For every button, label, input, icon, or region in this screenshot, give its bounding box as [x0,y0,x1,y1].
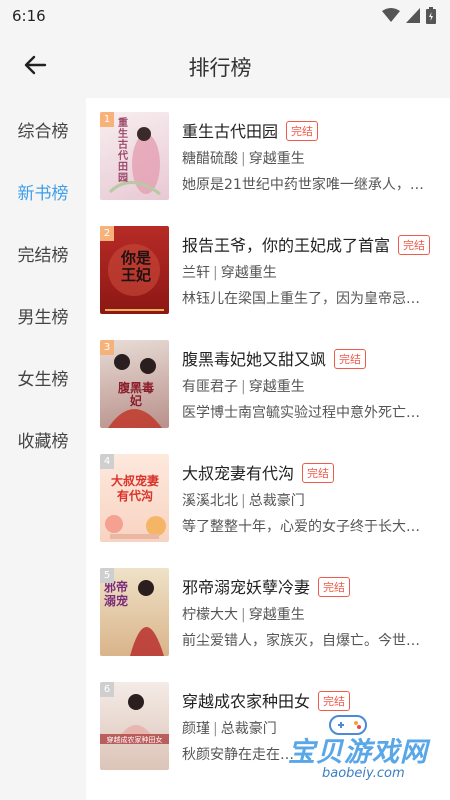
battery-icon [426,7,436,24]
status-bar: 6:16 [0,0,450,32]
rank-badge: 5 [100,568,114,583]
status-badge: 完结 [318,691,351,711]
book-title-text: 重生古代田园 [182,122,279,141]
sidebar-item-favorites[interactable]: 收藏榜 [0,408,86,470]
sidebar-item-male[interactable]: 男生榜 [0,284,86,346]
book-title[interactable]: 穿越成农家种田女 完结 [182,688,351,712]
sidebar: 综合榜 新书榜 完结榜 男生榜 女生榜 收藏榜 [0,98,86,800]
book-item[interactable]: 你是王妃 2 报告王爷，你的王妃成了首富 完结 兰轩 | 穿越重生 林钰儿在梁国上重生… [86,212,450,326]
book-cover[interactable]: 腹黑毒妃 3 [100,340,169,428]
watermark-text: 宝贝游戏网 [288,737,428,768]
book-author: 溪溪北北 [182,493,238,509]
book-cover[interactable]: 重生古代田园 1 [100,112,169,200]
book-description: 等了整整十年，心爱的女子终于长大… [182,519,420,535]
status-icons [382,7,436,24]
book-item[interactable]: 大叔宠妻有代沟 4 大叔宠妻有代沟 完结 溪溪北北 | 总裁豪门 等了整整十年，心爱的… [86,440,450,554]
book-description: 医学博士南宫毓实验过程中意外死亡… [182,405,420,421]
book-title[interactable]: 大叔宠妻有代沟 完结 [182,460,335,484]
book-category: 穿越重生 [220,265,277,281]
rank-badge: 6 [100,682,114,697]
rank-badge: 2 [100,226,114,241]
book-item[interactable]: 腹黑毒妃 3 腹黑毒妃她又甜又飒 完结 有匪君子 | 穿越重生 医学博士南宫毓实验过程… [86,326,450,440]
book-title[interactable]: 邪帝溺宠妖孽冷妻 完结 [182,574,351,598]
rank-badge: 4 [100,454,114,469]
meta-separator: | [241,379,246,395]
page-title: 排行榜 [0,52,450,82]
book-item[interactable]: 邪帝溺宠 5 邪帝溺宠妖孽冷妻 完结 柠檬大大 | 穿越重生 前尘爱错人，家族灭，自爆… [86,554,450,668]
cover-title: 邪帝溺宠 [104,580,129,608]
cover-title: 重生古代田园 [118,118,128,184]
book-cover[interactable]: 邪帝溺宠 5 [100,568,169,656]
book-description: 她原是21世纪中药世家唯一继承人，… [182,177,424,193]
wifi-icon [382,8,400,22]
book-meta: 兰轩 | 穿越重生 [182,262,277,282]
book-title[interactable]: 腹黑毒妃她又甜又飒 完结 [182,346,367,370]
meta-separator: | [213,265,218,281]
status-time: 6:16 [12,7,46,25]
book-category: 穿越重生 [248,379,305,395]
book-category: 总裁豪门 [220,721,277,737]
status-badge: 完结 [398,235,431,255]
meta-separator: | [213,721,218,737]
status-badge: 完结 [318,577,351,597]
signal-icon [406,8,420,23]
book-meta: 溪溪北北 | 总裁豪门 [182,490,305,510]
rank-badge: 1 [100,112,114,127]
cover-title: 穿越成农家种田女 [106,736,163,744]
meta-separator: | [241,607,246,623]
sidebar-item-overall[interactable]: 综合榜 [0,98,86,160]
book-list: 重生古代田园 1 重生古代田园 完结 糖醋硫酸 | 穿越重生 她原是21世纪中药世家唯… [86,98,450,800]
book-title-text: 邪帝溺宠妖孽冷妻 [182,578,311,597]
book-author: 糖醋硫酸 [182,151,238,167]
book-title-text: 大叔宠妻有代沟 [182,464,295,483]
book-category: 穿越重生 [248,607,305,623]
book-title-text: 穿越成农家种田女 [182,692,311,711]
book-title[interactable]: 重生古代田园 完结 [182,118,319,142]
cover-title: 腹黑毒妃 [118,381,155,408]
book-title[interactable]: 报告王爷，你的王妃成了首富 完结 [182,232,431,256]
book-category: 穿越重生 [248,151,305,167]
watermark: 宝贝游戏网 baobeiy.com [270,714,448,794]
page-title-text: 排行榜 [188,56,252,80]
book-description: 林钰儿在梁国上重生了，因为皇帝忌… [182,291,420,307]
book-meta: 颜瑾 | 总裁豪门 [182,718,277,738]
book-category: 总裁豪门 [248,493,305,509]
status-badge: 完结 [302,463,335,483]
watermark-url: baobeiy.com [322,766,405,781]
book-author: 有匪君子 [182,379,238,395]
book-item[interactable]: 重生古代田园 1 重生古代田园 完结 糖醋硫酸 | 穿越重生 她原是21世纪中药世家唯… [86,98,450,212]
book-cover[interactable]: 穿越成农家种田女 6 [100,682,169,770]
book-author: 兰轩 [182,265,210,281]
cover-title: 你是王妃 [120,249,151,284]
book-author: 颜瑾 [182,721,210,737]
book-meta: 有匪君子 | 穿越重生 [182,376,305,396]
sidebar-item-new-books[interactable]: 新书榜 [0,160,86,222]
meta-separator: | [241,493,246,509]
book-title-text: 腹黑毒妃她又甜又飒 [182,350,327,369]
sidebar-item-completed[interactable]: 完结榜 [0,222,86,284]
sidebar-item-female[interactable]: 女生榜 [0,346,86,408]
rank-badge: 3 [100,340,114,355]
book-cover[interactable]: 大叔宠妻有代沟 4 [100,454,169,542]
top-bar: 排行榜 [0,32,450,98]
status-badge: 完结 [334,349,367,369]
book-meta: 柠檬大大 | 穿越重生 [182,604,305,624]
book-description: 前尘爱错人，家族灭，自爆亡。今世… [182,633,420,649]
book-meta: 糖醋硫酸 | 穿越重生 [182,148,305,168]
book-title-text: 报告王爷，你的王妃成了首富 [182,236,391,255]
cover-title: 大叔宠妻有代沟 [110,474,159,503]
status-badge: 完结 [286,121,319,141]
book-author: 柠檬大大 [182,607,238,623]
meta-separator: | [241,151,246,167]
book-cover[interactable]: 你是王妃 2 [100,226,169,314]
